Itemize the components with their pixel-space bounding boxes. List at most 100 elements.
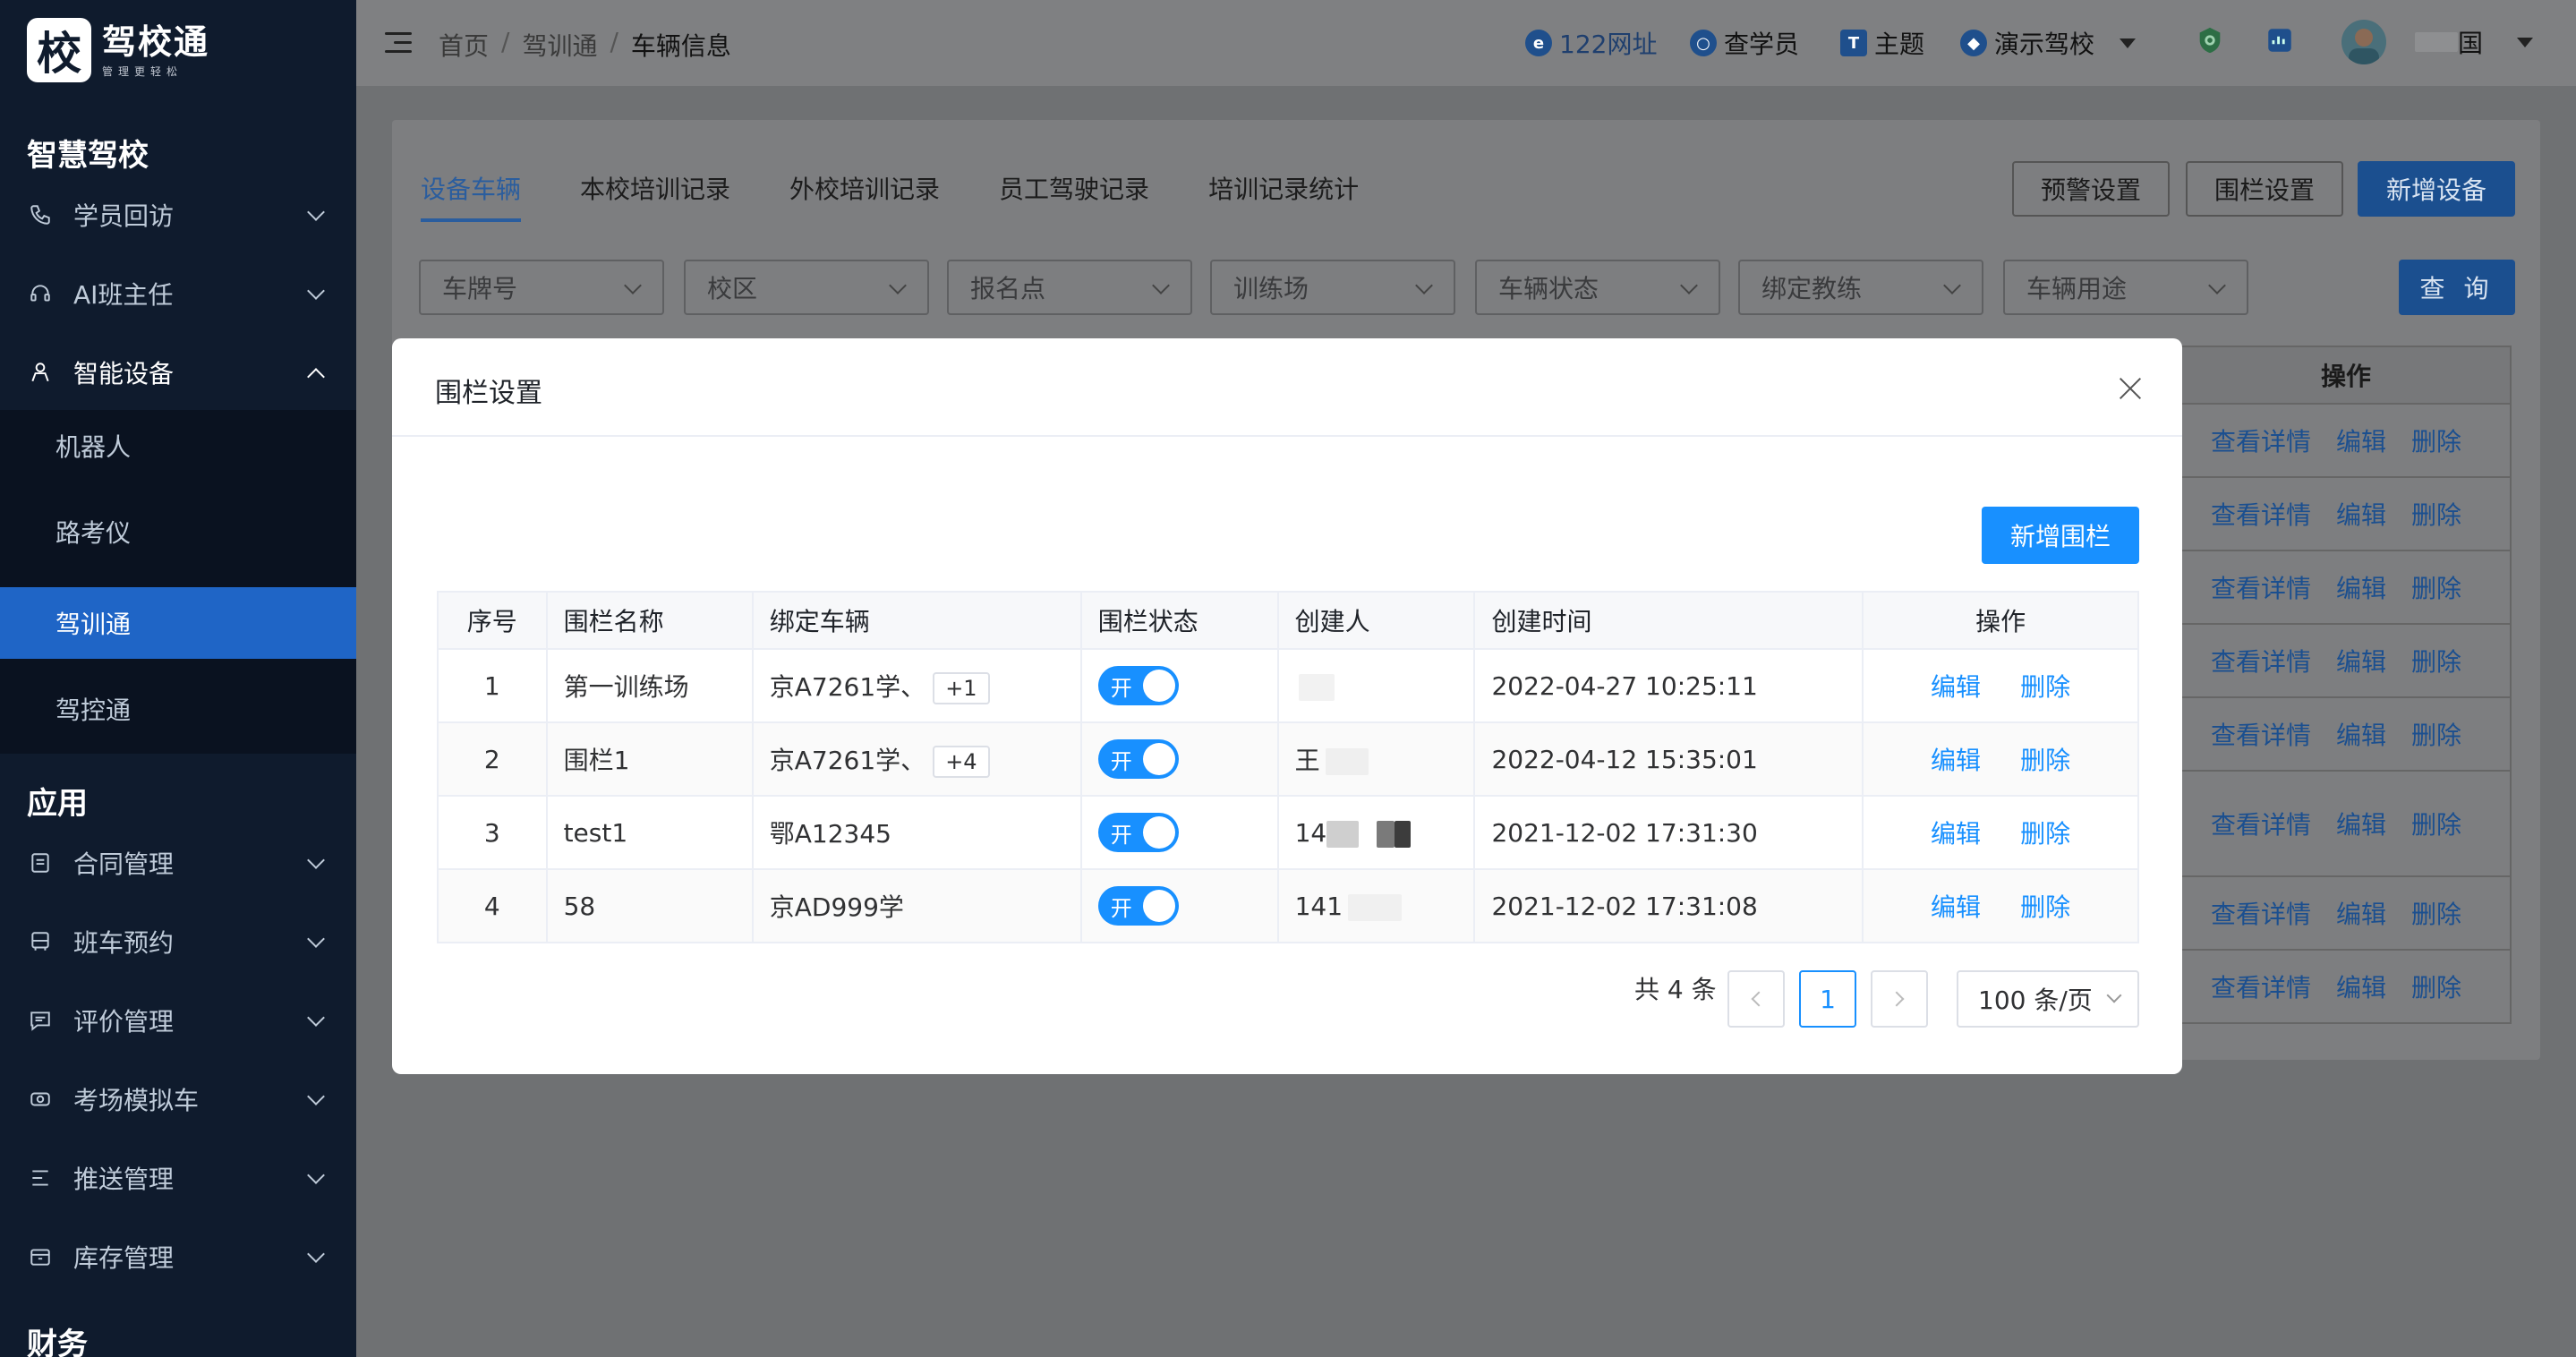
- monitor-icon[interactable]: [2265, 25, 2295, 55]
- view-detail-link[interactable]: 查看详情: [2211, 569, 2311, 605]
- caret-down-icon: [2120, 38, 2137, 48]
- sidebar-item-bus[interactable]: 班车预约: [0, 902, 356, 981]
- sidebar-item-jiaxuntong[interactable]: 驾训通: [0, 587, 356, 659]
- chevron-down-icon: [1680, 277, 1698, 294]
- delete-link[interactable]: 删除: [2411, 422, 2461, 458]
- page-button-current[interactable]: 1: [1799, 970, 1856, 1028]
- view-detail-link[interactable]: 查看详情: [2211, 806, 2311, 841]
- plate-number-select[interactable]: 车牌号: [419, 260, 664, 315]
- edit-link[interactable]: 编辑: [1931, 892, 1981, 922]
- close-icon[interactable]: [2116, 374, 2145, 403]
- tab-own-training[interactable]: 本校培训记录: [580, 170, 730, 222]
- fence-settings-button[interactable]: 围栏设置: [2186, 161, 2343, 217]
- shield-icon[interactable]: [2195, 25, 2225, 55]
- edit-link[interactable]: 编辑: [2336, 969, 2386, 1004]
- tab-device-vehicles[interactable]: 设备车辆: [421, 170, 522, 222]
- edit-link[interactable]: 编辑: [1931, 819, 1981, 849]
- edit-link[interactable]: 编辑: [2336, 569, 2386, 605]
- sidebar-item-road-tester[interactable]: 路考仪: [0, 496, 356, 568]
- tab-external-training[interactable]: 外校培训记录: [789, 170, 940, 222]
- bound-coach-select[interactable]: 绑定教练: [1738, 260, 1983, 315]
- select-placeholder: 车辆状态: [1498, 274, 1599, 303]
- warning-settings-button[interactable]: 预警设置: [2012, 161, 2170, 217]
- more-vehicles-tag[interactable]: +1: [933, 671, 990, 704]
- sidebar-item-inventory[interactable]: 库存管理: [0, 1217, 356, 1296]
- more-vehicles-tag[interactable]: +4: [933, 745, 990, 778]
- query-button[interactable]: 查 询: [2399, 260, 2515, 315]
- sidebar-item-jiakongtong[interactable]: 驾控通: [0, 673, 356, 745]
- view-detail-link[interactable]: 查看详情: [2211, 969, 2311, 1004]
- user-menu[interactable]: 国: [2341, 20, 2534, 64]
- edit-link[interactable]: 编辑: [2336, 422, 2386, 458]
- delete-link[interactable]: 删除: [2411, 643, 2461, 678]
- tab-training-stats[interactable]: 培训记录统计: [1208, 170, 1359, 222]
- tab-staff-driving[interactable]: 员工驾驶记录: [999, 170, 1149, 222]
- view-detail-link[interactable]: 查看详情: [2211, 422, 2311, 458]
- vehicle-usage-select[interactable]: 车辆用途: [2003, 260, 2248, 315]
- edit-link[interactable]: 编辑: [2336, 643, 2386, 678]
- sidebar-item-ai-teacher[interactable]: AI班主任: [0, 254, 356, 333]
- fence-status-toggle[interactable]: 开: [1097, 739, 1179, 779]
- sidebar-item-student-visit[interactable]: 学员回访: [0, 175, 356, 254]
- add-device-button[interactable]: 新增设备: [2358, 161, 2515, 217]
- delete-link[interactable]: 删除: [2020, 819, 2070, 849]
- table-row: 查看详情 编辑 删除: [2180, 478, 2512, 551]
- sidebar-item-comments[interactable]: 评价管理: [0, 981, 356, 1060]
- view-detail-link[interactable]: 查看详情: [2211, 496, 2311, 532]
- sidebar-item-push[interactable]: 推送管理: [0, 1139, 356, 1217]
- delete-link[interactable]: 删除: [2411, 895, 2461, 931]
- view-detail-link[interactable]: 查看详情: [2211, 643, 2311, 678]
- breadcrumb-home[interactable]: 首页: [439, 27, 489, 63]
- delete-link[interactable]: 删除: [2411, 716, 2461, 752]
- shirt-icon: T: [1840, 30, 1867, 56]
- prev-page-button[interactable]: [1727, 970, 1785, 1028]
- chevron-down-icon: [307, 930, 325, 948]
- edit-link[interactable]: 编辑: [2336, 895, 2386, 931]
- delete-link[interactable]: 删除: [2020, 892, 2070, 922]
- header-link-search-student[interactable]: ○ 查学员: [1690, 25, 1799, 61]
- breadcrumb-jiaxuntong[interactable]: 驾训通: [522, 27, 597, 63]
- edit-link[interactable]: 编辑: [2336, 806, 2386, 841]
- vehicle-status-select[interactable]: 车辆状态: [1475, 260, 1720, 315]
- signup-point-select[interactable]: 报名点: [947, 260, 1192, 315]
- view-detail-link[interactable]: 查看详情: [2211, 716, 2311, 752]
- sidebar-item-label: 库存管理: [73, 1243, 175, 1273]
- fence-status-toggle[interactable]: 开: [1097, 886, 1179, 926]
- sidebar-item-contract[interactable]: 合同管理: [0, 824, 356, 902]
- sidebar-item-label: 机器人: [55, 432, 132, 462]
- delete-link[interactable]: 删除: [2020, 672, 2070, 702]
- school-name: 演示驾校: [1994, 30, 2095, 59]
- sidebar-item-smart-device[interactable]: 智能设备: [0, 333, 356, 412]
- edit-link[interactable]: 编辑: [2336, 716, 2386, 752]
- delete-link[interactable]: 删除: [2411, 496, 2461, 532]
- delete-link[interactable]: 删除: [2020, 746, 2070, 775]
- edit-link[interactable]: 编辑: [1931, 672, 1981, 702]
- view-detail-link[interactable]: 查看详情: [2211, 895, 2311, 931]
- cell-creator: 王: [1276, 721, 1476, 797]
- col-header-actions: 操作: [1862, 591, 2139, 650]
- fence-status-toggle[interactable]: 开: [1097, 666, 1179, 705]
- sidebar-item-label: 智能设备: [73, 359, 175, 388]
- breadcrumb-current: 车辆信息: [630, 31, 731, 61]
- training-field-select[interactable]: 训练场: [1210, 260, 1455, 315]
- sidebar-item-sim-car[interactable]: 考场模拟车: [0, 1060, 356, 1139]
- edit-link[interactable]: 编辑: [2336, 496, 2386, 532]
- header-link-theme[interactable]: T 主题: [1840, 25, 1924, 61]
- delete-link[interactable]: 删除: [2411, 969, 2461, 1004]
- delete-link[interactable]: 删除: [2411, 569, 2461, 605]
- edit-link[interactable]: 编辑: [1931, 746, 1981, 775]
- app-logo[interactable]: 校 驾校通 管理更轻松: [27, 18, 209, 82]
- campus-select[interactable]: 校区: [684, 260, 929, 315]
- sidebar: 校 驾校通 管理更轻松 智慧驾校 学员回访 AI班主任 智能设备 机器人 路考仪…: [0, 0, 356, 1357]
- delete-link[interactable]: 删除: [2411, 806, 2461, 841]
- fence-status-toggle[interactable]: 开: [1097, 813, 1179, 852]
- next-page-button[interactable]: [1871, 970, 1928, 1028]
- menu-toggle-icon[interactable]: [385, 32, 412, 54]
- add-fence-button[interactable]: 新增围栏: [1982, 507, 2139, 564]
- fence-settings-dialog: 围栏设置 新增围栏 序号 围栏名称 绑定车辆 围栏状态 创建人 创建时间 操作 …: [392, 338, 2182, 1074]
- header-link-122[interactable]: e 122网址: [1525, 25, 1657, 61]
- school-switcher[interactable]: ◆ 演示驾校: [1960, 25, 2137, 61]
- breadcrumb: 首页 / 驾训通 / 车辆信息: [439, 27, 731, 63]
- sidebar-item-robot[interactable]: 机器人: [0, 410, 356, 482]
- page-size-select[interactable]: 100 条/页: [1957, 970, 2139, 1028]
